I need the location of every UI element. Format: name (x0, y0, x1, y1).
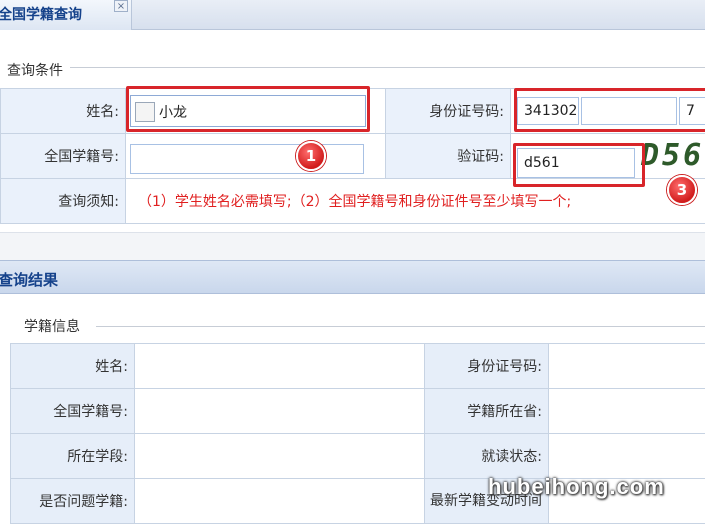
badge-three: 3 (667, 175, 697, 205)
name-label: 姓名: (1, 89, 126, 134)
captcha-image[interactable]: D56 (641, 138, 705, 176)
captcha-image-text: D56 (641, 138, 704, 173)
id-number-part3[interactable]: 7 (679, 97, 705, 125)
notice-text: （1）学生姓名必需填写;（2）全国学籍号和身份证件号至少填写一个; (138, 191, 571, 211)
captcha-label: 验证码: (386, 134, 511, 179)
tab-title: 全国学籍查询 (0, 4, 82, 24)
tab-student-query[interactable]: 全国学籍查询 × (0, 0, 132, 30)
result-province-label: 学籍所在省: (425, 389, 549, 434)
table-row: 全国学籍号: 学籍所在省: (11, 389, 705, 434)
table-row: 所在学段: 就读状态: (11, 434, 705, 479)
notice-label: 查询须知: (1, 179, 126, 224)
student-no-input[interactable] (130, 144, 364, 174)
student-no-label: 全国学籍号: (1, 134, 126, 179)
result-status-label: 就读状态: (425, 434, 549, 479)
id-number-part2[interactable] (581, 97, 677, 125)
input-prefix-box (135, 102, 155, 122)
table-row: 姓名: 身份证号码: (11, 344, 705, 389)
result-stage-value (135, 434, 425, 479)
id-number-part1[interactable]: 341302 (517, 97, 579, 125)
close-icon[interactable]: × (114, 0, 128, 12)
watermark: hubeihong.com (488, 474, 665, 500)
results-legend: 学籍信息 (24, 316, 80, 336)
result-problem-label: 是否问题学籍: (11, 479, 135, 524)
query-form: 姓名: 小龙 身份证号码: 341302 7 全国学籍号: 验证码: d561 … (0, 88, 705, 224)
badge-one: 1 (296, 141, 326, 171)
result-status-value (549, 434, 705, 479)
results-header: 查询结果 (0, 260, 705, 294)
divider (70, 67, 705, 68)
result-student-no-value (135, 389, 425, 434)
query-legend: 查询条件 (7, 60, 63, 80)
name-value: 小龙 (159, 102, 187, 122)
results-title: 查询结果 (0, 269, 58, 290)
section-spacer (0, 232, 705, 260)
result-province-value (549, 389, 705, 434)
result-id-value (549, 344, 705, 389)
result-name-label: 姓名: (11, 344, 135, 389)
id-label: 身份证号码: (386, 89, 511, 134)
divider (96, 326, 705, 327)
result-name-value (135, 344, 425, 389)
result-stage-label: 所在学段: (11, 434, 135, 479)
name-input[interactable]: 小龙 (130, 95, 366, 127)
result-id-label: 身份证号码: (425, 344, 549, 389)
captcha-input[interactable]: d561 (517, 148, 635, 178)
result-problem-value (135, 479, 425, 524)
result-student-no-label: 全国学籍号: (11, 389, 135, 434)
